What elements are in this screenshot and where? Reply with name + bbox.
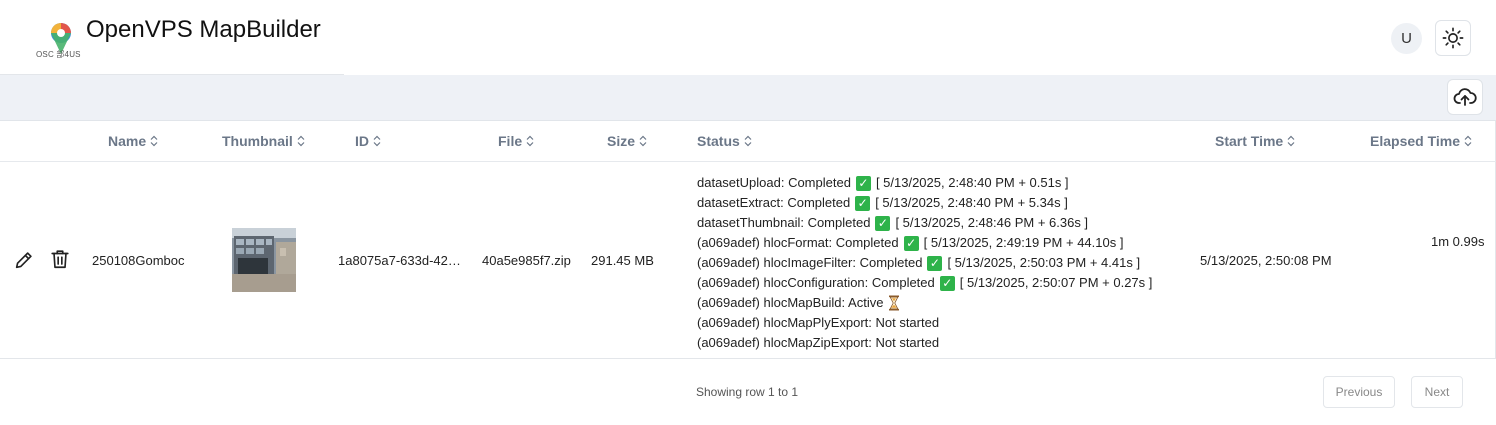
app-header: OSC 部4US OpenVPS MapBuilder U	[0, 0, 1496, 75]
column-header-elapsed-time[interactable]: Elapsed Time	[1370, 133, 1472, 149]
app-title: OpenVPS MapBuilder	[86, 16, 321, 43]
sort-icon	[150, 135, 158, 147]
datasets-table: Name Thumbnail ID File Size Status Start…	[0, 121, 1496, 359]
sort-icon	[297, 135, 305, 147]
status-line: datasetUpload: Completed ✓ [ 5/13/2025, 2:…	[697, 173, 1152, 193]
column-label: Name	[108, 133, 147, 149]
status-step-text: datasetExtract: Completed	[697, 195, 851, 210]
user-avatar[interactable]: U	[1391, 23, 1422, 54]
status-step-text: (a069adef) hlocMapZipExport: Not started	[697, 335, 940, 350]
cell-name: 250108Gomboc	[92, 253, 185, 268]
cell-size: 291.45 MB	[591, 253, 654, 268]
column-label: File	[498, 133, 523, 149]
column-header-name[interactable]: Name	[108, 133, 158, 149]
column-label: Thumbnail	[222, 133, 293, 149]
column-header-thumbnail[interactable]: Thumbnail	[222, 133, 305, 149]
status-step-text: (a069adef) hlocFormat: Completed	[697, 235, 899, 250]
status-step-text: (a069adef) hlocConfiguration: Completed	[697, 275, 935, 290]
status-step-timing: [ 5/13/2025, 2:50:07 PM + 0.27s ]	[959, 275, 1153, 290]
status-line: (a069adef) hlocImageFilter: Completed ✓ [ …	[697, 253, 1152, 273]
table-header: Name Thumbnail ID File Size Status Start…	[0, 121, 1496, 162]
cloud-upload-icon	[1453, 88, 1477, 106]
pagination-summary: Showing row 1 to 1	[696, 385, 799, 399]
status-step-timing: [ 5/13/2025, 2:48:46 PM + 6.36s ]	[895, 215, 1089, 230]
sort-icon	[1464, 135, 1472, 147]
trash-icon[interactable]	[49, 248, 71, 270]
column-label: Start Time	[1215, 133, 1284, 149]
check-mark-icon: ✓	[855, 175, 871, 191]
check-mark-icon: ✓	[927, 255, 943, 271]
sort-icon	[373, 135, 381, 147]
sort-icon	[744, 135, 752, 147]
check-mark-icon: ✓	[855, 195, 871, 211]
status-line: (a069adef) hlocMapZipExport: Not started	[697, 333, 1152, 353]
status-step-text: (a069adef) hlocMapPlyExport: Not started	[697, 315, 940, 330]
status-step-text: datasetUpload: Completed	[697, 175, 851, 190]
thumbnail-image	[232, 228, 296, 292]
next-page-button[interactable]: Next	[1411, 376, 1463, 408]
toolbar	[0, 75, 1496, 121]
status-step-timing: [ 5/13/2025, 2:50:03 PM + 4.41s ]	[947, 255, 1141, 270]
pencil-icon[interactable]	[13, 249, 35, 271]
status-line: (a069adef) hlocMapBuild: Active	[697, 293, 1152, 313]
cell-file: 40a5e985f7.zip	[482, 253, 571, 268]
check-mark-icon: ✓	[939, 275, 955, 291]
status-step-text: (a069adef) hlocMapBuild: Active	[697, 295, 884, 310]
upload-button[interactable]	[1447, 79, 1483, 115]
column-header-start-time[interactable]: Start Time	[1215, 133, 1295, 149]
previous-page-button[interactable]: Previous	[1323, 376, 1395, 408]
cell-id: 1a8075a7-633d-42…	[338, 253, 461, 268]
status-step-timing: [ 5/13/2025, 2:48:40 PM + 5.34s ]	[875, 195, 1068, 210]
table-row: 250108Gomboc 1a8075a7-633d-42… 40a5e985f	[0, 162, 1496, 358]
column-header-size[interactable]: Size	[607, 133, 647, 149]
check-mark-icon: ✓	[875, 215, 891, 231]
hourglass-icon	[889, 295, 900, 311]
status-step-text: (a069adef) hlocImageFilter: Completed	[697, 255, 923, 270]
column-label: Size	[607, 133, 636, 149]
sort-icon	[1287, 135, 1295, 147]
status-step-text: datasetThumbnail: Completed	[697, 215, 871, 230]
column-header-status[interactable]: Status	[697, 133, 752, 149]
cell-elapsed-time: 1m 0.99s	[1431, 234, 1485, 249]
column-label: Status	[697, 133, 740, 149]
sort-icon	[639, 135, 647, 147]
status-step-timing: [ 5/13/2025, 2:49:19 PM + 44.10s ]	[923, 235, 1124, 250]
status-step-timing: [ 5/13/2025, 2:48:40 PM + 0.51s ]	[875, 175, 1069, 190]
sun-icon	[1442, 27, 1464, 49]
status-line: (a069adef) hlocConfiguration: Completed ✓…	[697, 273, 1152, 293]
cell-start-time: 5/13/2025, 2:50:08 PM	[1200, 253, 1332, 268]
sort-icon	[526, 135, 534, 147]
status-line: (a069adef) hlocMapPlyExport: Not started	[697, 313, 1152, 333]
logo-caption: OSC 部4US	[36, 50, 81, 59]
column-label: ID	[355, 133, 369, 149]
status-line: (a069adef) hlocFormat: Completed ✓ [ 5/13/…	[697, 233, 1152, 253]
column-header-file[interactable]: File	[498, 133, 534, 149]
theme-toggle-button[interactable]	[1435, 20, 1471, 56]
status-list: datasetUpload: Completed ✓ [ 5/13/2025, 2:…	[697, 173, 1152, 353]
column-header-id[interactable]: ID	[355, 133, 381, 149]
status-line: datasetExtract: Completed ✓ [ 5/13/2025, 2…	[697, 193, 1152, 213]
dataset-thumbnail[interactable]	[232, 228, 296, 292]
column-label: Elapsed Time	[1370, 133, 1461, 149]
check-mark-icon: ✓	[903, 235, 919, 251]
status-line: datasetThumbnail: Completed ✓ [ 5/13/2025,…	[697, 213, 1152, 233]
